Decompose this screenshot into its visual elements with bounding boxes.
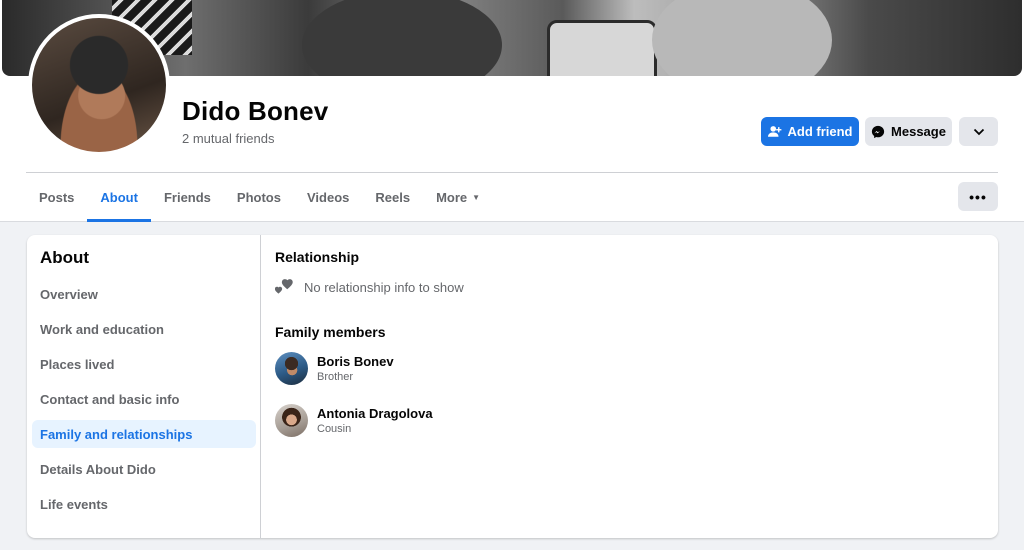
message-button[interactable]: Message <box>865 117 952 146</box>
about-nav-overview[interactable]: Overview <box>32 280 256 308</box>
about-nav-family-relationships[interactable]: Family and relationships <box>32 420 256 448</box>
about-nav-contact-info[interactable]: Contact and basic info <box>32 385 256 413</box>
tab-label: Friends <box>163 190 211 205</box>
more-horizontal-icon: ••• <box>969 188 987 205</box>
tab-label: About <box>100 190 138 205</box>
member-relation: Cousin <box>317 423 352 435</box>
add-friend-label: Add friend <box>787 124 853 139</box>
message-label: Message <box>891 124 946 139</box>
tab-label: More <box>436 190 468 205</box>
member-avatar[interactable] <box>275 352 308 385</box>
mutual-friends-link[interactable]: 2 mutual friends <box>182 131 275 146</box>
about-nav-places-lived[interactable]: Places lived <box>32 350 256 378</box>
add-friend-button[interactable]: Add friend <box>761 117 859 146</box>
relationship-heading: Relationship <box>275 249 360 265</box>
cover-shape <box>652 0 832 76</box>
tab-label: Reels <box>375 190 411 205</box>
tab-label: Photos <box>236 190 281 205</box>
messenger-icon <box>871 125 885 138</box>
member-avatar[interactable] <box>275 404 308 437</box>
cover-shape <box>547 20 657 76</box>
tab-videos[interactable]: Videos <box>294 173 362 222</box>
more-actions-button[interactable] <box>959 117 998 146</box>
profile-tabs: Posts About Friends Photos Videos Reels … <box>26 173 493 222</box>
tab-label: Videos <box>306 190 350 205</box>
member-name[interactable]: Boris Bonev <box>317 354 394 369</box>
about-sidebar: About Overview Work and education Places… <box>27 235 261 538</box>
family-member[interactable]: Boris Bonev Brother <box>275 352 394 385</box>
family-member[interactable]: Antonia Dragolova Cousin <box>275 404 433 437</box>
tab-reels[interactable]: Reels <box>362 173 423 222</box>
hearts-icon <box>275 279 293 294</box>
profile-name: Dido Bonev <box>182 96 329 126</box>
tab-more[interactable]: More ▼ <box>423 173 493 222</box>
add-friend-icon <box>767 126 781 137</box>
cover-shape <box>302 0 502 76</box>
profile-overflow-button[interactable]: ••• <box>958 182 998 211</box>
tab-label: Posts <box>39 190 75 205</box>
about-nav-work-education[interactable]: Work and education <box>32 315 256 343</box>
member-relation: Brother <box>317 371 354 383</box>
chevron-down-icon <box>973 128 984 135</box>
about-heading: About <box>40 248 90 267</box>
tab-about[interactable]: About <box>87 173 151 222</box>
relationship-empty-text: No relationship info to show <box>304 279 464 295</box>
profile-avatar[interactable] <box>28 14 170 156</box>
caret-down-icon: ▼ <box>472 193 481 202</box>
tab-posts[interactable]: Posts <box>26 173 87 222</box>
family-heading: Family members <box>275 324 386 340</box>
relationship-empty-row: No relationship info to show <box>275 278 464 296</box>
about-nav-life-events[interactable]: Life events <box>32 490 256 518</box>
tab-friends[interactable]: Friends <box>151 173 224 222</box>
about-card: About Overview Work and education Places… <box>27 235 998 538</box>
member-name[interactable]: Antonia Dragolova <box>317 406 433 421</box>
tab-photos[interactable]: Photos <box>224 173 294 222</box>
about-nav-details[interactable]: Details About Dido <box>32 455 256 483</box>
